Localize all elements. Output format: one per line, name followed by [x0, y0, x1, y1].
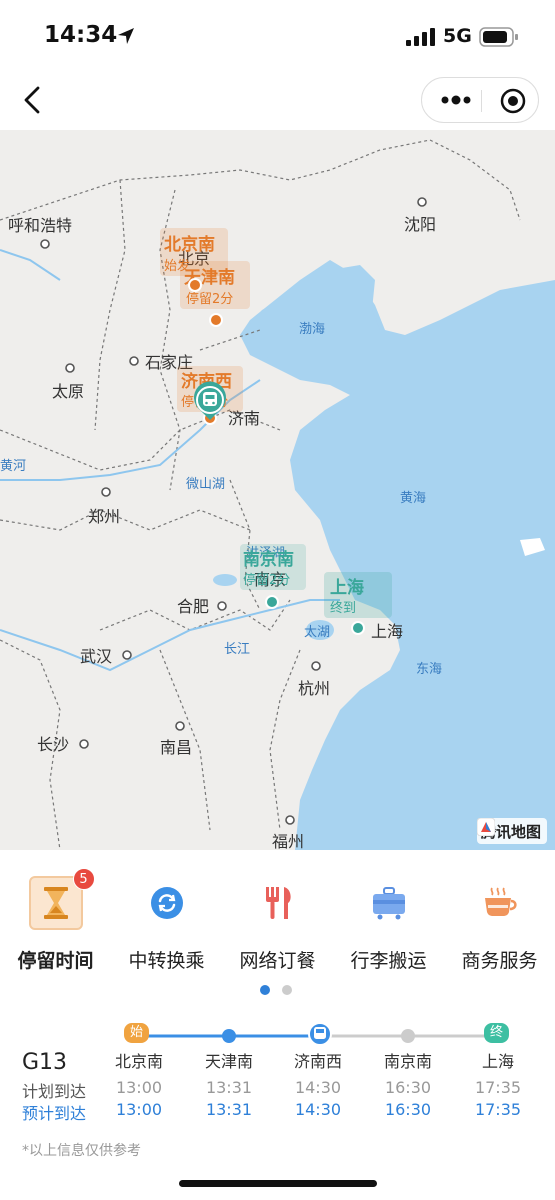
planned-time: 17:35 — [474, 1078, 522, 1097]
city-label: 上海 — [371, 622, 403, 641]
estimated-time: 17:35 — [474, 1100, 522, 1119]
city-label: 武汉 — [80, 647, 112, 666]
planned-time: 16:30 — [384, 1078, 432, 1097]
service-meal-order[interactable]: 网络订餐 — [222, 876, 333, 973]
map-canvas: 呼和浩特 北京 沈阳 石家庄 太原 济南 郑州 合肥 南京 武汉 上海 杭州 长… — [0, 139, 555, 850]
station-dot — [401, 1029, 415, 1043]
train-number: G13 — [22, 1050, 68, 1075]
coffee-cup-icon — [473, 876, 527, 930]
city-label: 杭州 — [298, 679, 330, 698]
tencent-map-icon — [476, 818, 495, 836]
luggage-icon — [362, 876, 416, 930]
service-luggage[interactable]: 行李搬运 — [333, 876, 444, 973]
station-name: 济南西 — [293, 1052, 342, 1071]
estimated-time: 13:31 — [205, 1100, 253, 1119]
planned-time: 14:30 — [294, 1078, 342, 1097]
stop-name: 上海 — [330, 577, 364, 598]
plan-label: 计划到达 — [22, 1082, 87, 1101]
more-dots-icon[interactable] — [440, 90, 472, 110]
train-position-icon — [193, 381, 226, 420]
planned-time: 13:00 — [115, 1078, 163, 1097]
stop-note: 终到 — [330, 600, 356, 616]
station-name: 北京南 — [114, 1052, 163, 1071]
service-label: 停留时间 — [17, 950, 94, 972]
transfer-icon — [140, 876, 194, 930]
stop-note: 停留2分 — [243, 572, 290, 588]
mini-program-capsule — [421, 77, 539, 123]
city-label: 呼和浩特 — [8, 216, 72, 235]
water-label: 长江 — [224, 642, 250, 657]
back-chevron-icon[interactable] — [18, 82, 48, 118]
signal-icon — [406, 28, 435, 46]
trip-timeline: 始 终 G13 计划到达 预计到达 北京南 13:00 13:00 天津南 13… — [0, 1010, 555, 1140]
service-label: 商务服务 — [461, 950, 538, 972]
station-name: 上海 — [481, 1052, 514, 1071]
estimated-time: 13:00 — [115, 1100, 163, 1119]
city-label: 南昌 — [160, 738, 192, 757]
battery-icon — [479, 27, 518, 47]
hourglass-icon: 5 — [28, 868, 95, 930]
city-label: 沈阳 — [404, 215, 436, 234]
city-label: 太原 — [52, 382, 84, 401]
service-business[interactable]: 商务服务 — [444, 876, 555, 973]
capsule-divider — [481, 90, 482, 112]
station-name: 南京南 — [383, 1052, 432, 1071]
station-name: 天津南 — [204, 1052, 253, 1071]
water-label: 东海 — [416, 662, 442, 677]
clock: 14:34 — [44, 22, 118, 48]
service-grid: 5 停留时间 中转换乘 网络订餐 行李搬运 商务服务 — [0, 860, 555, 980]
network-type: 5G — [443, 25, 472, 47]
water-label: 微山湖 — [186, 477, 225, 492]
end-tag: 终 — [484, 1023, 510, 1043]
city-label: 合肥 — [177, 597, 209, 616]
stop-note: 停留2分 — [186, 291, 233, 307]
estimated-time: 16:30 — [384, 1100, 432, 1119]
page-dot[interactable] — [282, 985, 292, 995]
stop-name: 南京南 — [243, 549, 294, 570]
city-label: 福州 — [272, 832, 304, 850]
city-label: 郑州 — [88, 507, 120, 526]
est-label: 预计到达 — [22, 1104, 87, 1123]
water-label: 渤海 — [299, 321, 325, 337]
service-label: 中转换乘 — [128, 950, 205, 972]
service-label: 行李搬运 — [350, 950, 427, 972]
planned-time: 13:31 — [205, 1078, 253, 1097]
water-label: 黄海 — [400, 491, 426, 506]
disclaimer: *以上信息仅供参考 — [22, 1143, 141, 1159]
close-target-icon[interactable] — [500, 88, 526, 114]
status-bar: 14:34 5G — [0, 0, 555, 70]
location-arrow-icon — [118, 28, 134, 44]
water-label: 太湖 — [304, 625, 330, 640]
service-transfer[interactable]: 中转换乘 — [111, 876, 222, 973]
estimated-time: 14:30 — [294, 1100, 342, 1119]
fork-knife-icon — [251, 876, 305, 930]
map-provider-logo: 腾讯地图 — [476, 818, 547, 844]
water-label: 黄河 — [0, 459, 26, 474]
stop-name: 北京南 — [164, 234, 215, 255]
page-indicator — [260, 980, 304, 999]
route-map[interactable]: 呼和浩特 北京 沈阳 石家庄 太原 济南 郑州 合肥 南京 武汉 上海 杭州 长… — [0, 130, 555, 850]
station-dot — [222, 1029, 236, 1043]
page-dot-active[interactable] — [260, 985, 270, 995]
notification-badge: 5 — [72, 868, 95, 890]
start-tag: 始 — [124, 1023, 150, 1043]
service-stop-time[interactable]: 5 停留时间 — [0, 868, 111, 973]
nav-bar — [0, 70, 555, 130]
home-indicator[interactable] — [179, 1180, 377, 1187]
service-label: 网络订餐 — [239, 950, 316, 972]
city-label: 长沙 — [37, 735, 69, 754]
